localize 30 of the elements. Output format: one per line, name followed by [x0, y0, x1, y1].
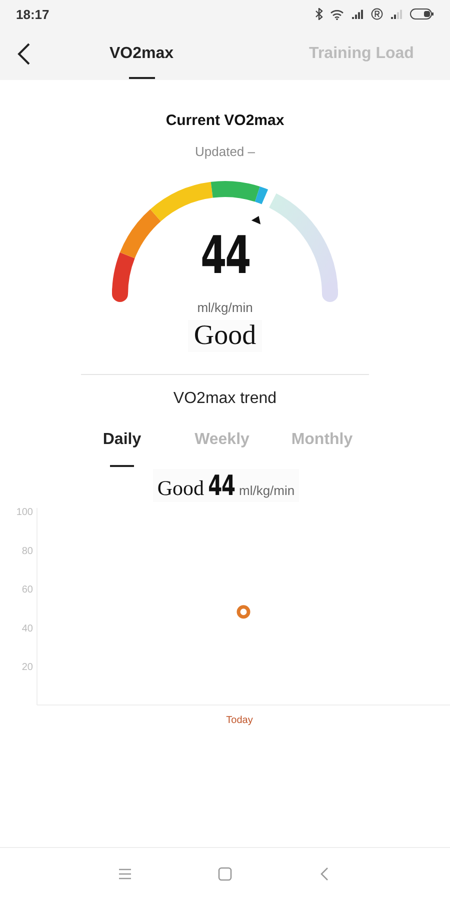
- wifi-icon: [330, 8, 344, 20]
- unit-label: ml/kg/min: [197, 300, 253, 316]
- y-tick-label: 40: [22, 623, 33, 634]
- section-title: Current VO2max: [166, 112, 284, 130]
- home-icon: [217, 866, 233, 882]
- vo2max-value: 44: [200, 226, 250, 286]
- y-tick-label: 20: [22, 662, 33, 674]
- y-tick-label: 100: [16, 507, 33, 518]
- period-tab[interactable]: Monthly: [272, 427, 372, 467]
- clock-time: 18:17: [16, 6, 50, 22]
- battery-icon: [410, 8, 434, 20]
- y-tick-label: 60: [22, 584, 33, 596]
- weak-signal-icon: [390, 9, 403, 19]
- header-tab[interactable]: Training Load: [273, 28, 450, 80]
- period-tab[interactable]: Daily: [72, 427, 172, 467]
- rating-label: Good: [188, 320, 262, 352]
- trend-value: 44: [208, 469, 235, 502]
- updated-label: Updated –: [195, 144, 255, 160]
- y-tick-label: 80: [22, 546, 33, 557]
- back-icon: [17, 42, 31, 66]
- bluetooth-icon: [315, 8, 323, 20]
- x-tick-label: Today: [226, 715, 253, 726]
- header-tab[interactable]: VO2max: [34, 28, 249, 80]
- trend-title: VO2max trend: [173, 389, 277, 409]
- trend-unit: ml/kg/min: [239, 483, 295, 498]
- trend-rating: Good: [157, 476, 204, 501]
- period-tab[interactable]: Weekly: [172, 427, 272, 467]
- roaming-icon: [371, 8, 383, 20]
- menu-icon: [117, 866, 133, 882]
- signal-icon: [351, 9, 364, 19]
